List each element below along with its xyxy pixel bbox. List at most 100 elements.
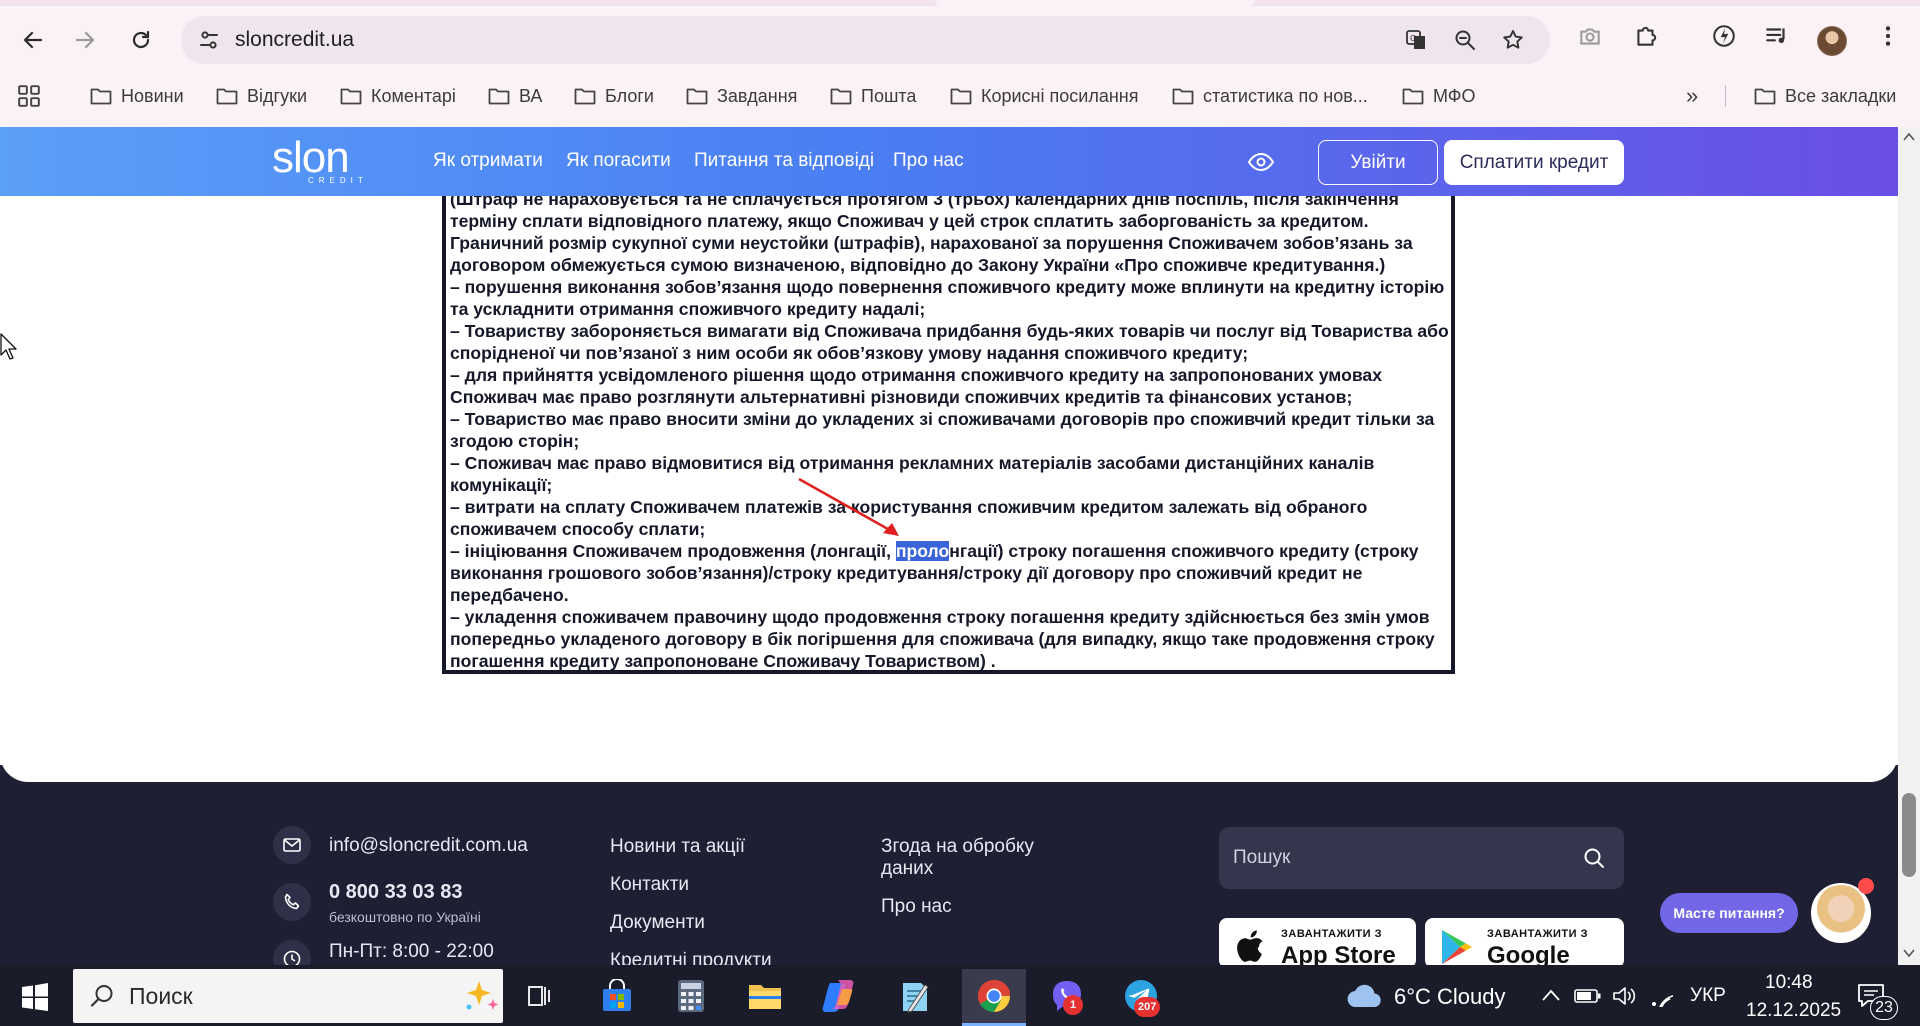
footer-link-documents[interactable]: Документи — [610, 912, 705, 934]
volume-icon[interactable] — [1612, 985, 1638, 1007]
terms-line: виконання грошового зобов’язання)/строку… — [450, 563, 1363, 583]
app-store-badge[interactable]: ЗАВАНТАЖИТИ З App Store — [1219, 918, 1416, 969]
bookmark-folder[interactable]: Відгуки — [216, 80, 307, 112]
nav-faq[interactable]: Питання та відповіді — [694, 149, 874, 173]
copilot-icon[interactable] — [817, 973, 863, 1019]
terms-line: Граничний розмір сукупної суми неустойки… — [450, 233, 1413, 253]
folder-icon — [686, 88, 708, 105]
bookmark-folder[interactable]: Завдання — [686, 80, 797, 112]
bookmark-folder[interactable]: Корисні посилання — [950, 80, 1138, 112]
bookmark-star-icon[interactable] — [1501, 28, 1525, 52]
forward-button[interactable] — [65, 20, 105, 60]
taskbar-search[interactable]: Поиск — [73, 969, 503, 1023]
all-bookmarks-folder[interactable]: Все закладки — [1754, 80, 1896, 112]
address-bar[interactable]: sloncredit.ua G — [181, 16, 1550, 64]
scroll-down-arrow-icon[interactable] — [1903, 948, 1915, 958]
terms-line: – для прийняття усвідомленого рішення що… — [450, 365, 1382, 385]
chat-prompt-bubble[interactable]: Масте питання? — [1660, 893, 1798, 933]
bookmark-folder[interactable]: статистика по нов... — [1172, 80, 1368, 112]
google-play-badge[interactable]: ЗАВАНТАЖИТИ З Google Play — [1425, 918, 1624, 997]
footer-link-consent[interactable]: Згода на обробку даних — [881, 836, 1034, 880]
calculator-icon[interactable] — [668, 973, 714, 1019]
annotation-arrow — [798, 477, 899, 536]
folder-icon — [340, 88, 362, 105]
folder-icon — [216, 88, 238, 105]
terms-line: попередньо укладеного договору в бік пог… — [450, 629, 1435, 649]
extensions-puzzle-icon[interactable] — [1632, 22, 1660, 50]
terms-line: договором обмежується сумою визначеною, … — [450, 255, 1386, 275]
performance-icon[interactable] — [1710, 22, 1738, 50]
footer-phone[interactable]: 0 800 33 03 83 — [329, 881, 462, 904]
reload-icon — [132, 30, 150, 49]
google-play-icon — [1442, 930, 1472, 964]
nav-how-to-repay[interactable]: Як погасити — [566, 149, 671, 173]
slon-credit-logo[interactable]: slon CREDIT — [272, 136, 392, 188]
more-bookmarks-chevron[interactable]: » — [1686, 80, 1698, 112]
file-explorer-icon[interactable] — [742, 973, 788, 1019]
scroll-up-arrow-icon[interactable] — [1903, 132, 1915, 142]
apple-icon — [1237, 930, 1263, 962]
translate-icon[interactable]: G — [1405, 28, 1429, 52]
terms-line: – Споживач має право відмовитися від отр… — [450, 453, 1375, 473]
camera-icon[interactable] — [1576, 22, 1604, 50]
footer-link-news[interactable]: Новини та акції — [610, 836, 745, 858]
scrollbar-thumb[interactable] — [1902, 793, 1916, 877]
weather-text[interactable]: 6°C Cloudy — [1394, 984, 1506, 1010]
login-button[interactable]: Увійти — [1318, 140, 1438, 185]
reload-button[interactable] — [121, 20, 161, 60]
pay-credit-button[interactable]: Сплатити кредит — [1444, 140, 1624, 185]
clock-date[interactable]: 12.12.2025 — [1746, 1000, 1841, 1022]
apps-grid-icon[interactable] — [17, 80, 41, 112]
selected-text[interactable]: проло — [895, 541, 950, 561]
media-queue-icon[interactable] — [1763, 22, 1791, 50]
bookmarks-divider — [1725, 85, 1726, 107]
bookmark-folder[interactable]: Новини — [90, 80, 184, 112]
microsoft-store-icon[interactable] — [594, 973, 640, 1019]
terms-line-highlighted: – ініціювання Споживачем продовження (ло… — [450, 541, 1419, 561]
bookmark-folder[interactable]: ВА — [488, 80, 542, 112]
terms-line: – витрати на сплату Споживачем платежів … — [450, 497, 1368, 517]
eye-icon[interactable] — [1247, 150, 1275, 174]
profile-avatar[interactable] — [1817, 26, 1847, 56]
sparkles-icon — [466, 981, 499, 1010]
bookmarks-bar: Новини Відгуки Коментарі ВА Блоги Завдан… — [0, 80, 1920, 112]
footer-email[interactable]: info@sloncredit.com.ua — [329, 835, 528, 857]
nav-about[interactable]: Про нас — [893, 149, 964, 173]
footer-search-input[interactable]: Пошук — [1219, 827, 1624, 889]
site-info-icon[interactable] — [197, 28, 221, 52]
terms-line: Споживач має право розглянути альтернати… — [450, 387, 1353, 407]
keyboard-language[interactable]: УКР — [1690, 985, 1726, 1007]
bookmark-folder[interactable]: Коментарі — [340, 80, 456, 112]
back-button[interactable] — [13, 20, 53, 60]
clock-time[interactable]: 10:48 — [1765, 972, 1813, 994]
search-icon[interactable] — [1582, 846, 1606, 870]
wifi-icon[interactable] — [1648, 985, 1674, 1007]
chevron-up-icon[interactable] — [1541, 988, 1561, 1002]
battery-icon[interactable] — [1574, 987, 1602, 1005]
folder-icon — [1754, 88, 1776, 105]
folder-icon — [950, 88, 972, 105]
task-view-icon[interactable] — [517, 973, 563, 1019]
terms-line: – укладення споживачем правочину щодо пр… — [450, 607, 1430, 627]
zoom-out-icon[interactable] — [1453, 28, 1477, 52]
url-text[interactable]: sloncredit.ua — [235, 28, 354, 52]
terms-line: – Товариство має право вносити зміни до … — [450, 409, 1435, 429]
forward-arrow-icon — [75, 31, 95, 49]
mouse-cursor-icon — [0, 333, 17, 360]
bookmark-folder[interactable]: Пошта — [830, 80, 916, 112]
terms-line: споживачем способу сплати; — [450, 519, 706, 539]
footer-link-contacts[interactable]: Контакти — [610, 874, 689, 896]
back-arrow-icon — [23, 31, 43, 49]
footer-link-about[interactable]: Про нас — [881, 896, 952, 918]
terms-line: комунікації; — [450, 475, 553, 495]
windows-start-icon[interactable] — [12, 974, 58, 1020]
more-menu-icon[interactable] — [1874, 22, 1902, 50]
nav-how-to-get[interactable]: Як отримати — [433, 149, 543, 173]
notepad-icon[interactable] — [891, 973, 937, 1019]
notifications-count-badge: 23 — [1870, 996, 1898, 1020]
chrome-icon[interactable] — [971, 973, 1017, 1019]
bookmark-folder[interactable]: МФО — [1402, 80, 1475, 112]
bookmark-folder[interactable]: Блоги — [574, 80, 654, 112]
folder-icon — [488, 88, 510, 105]
terms-text-box: (Штраф не нараховується та не сплачуєтьс… — [442, 196, 1455, 674]
